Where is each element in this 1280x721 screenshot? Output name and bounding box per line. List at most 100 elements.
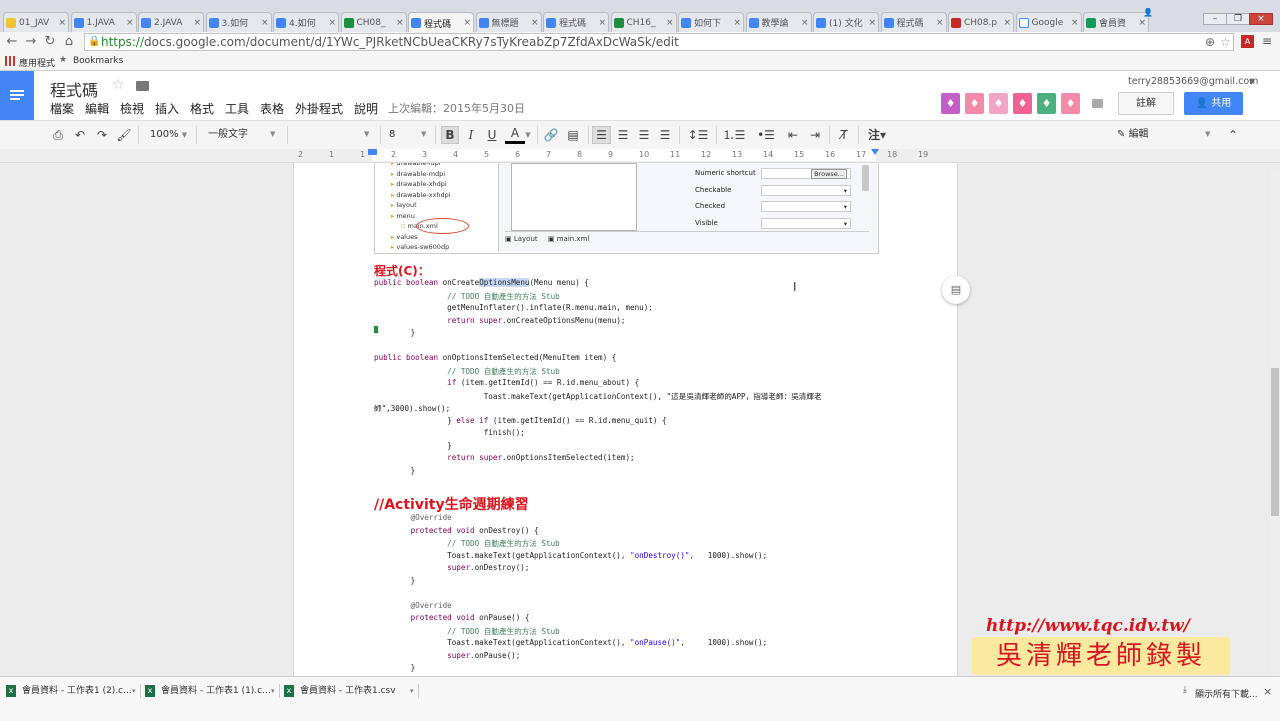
menu-6[interactable]: 表格 xyxy=(260,100,284,117)
font-size-select[interactable]: 8 ▼ xyxy=(389,125,429,144)
italic-button[interactable]: I xyxy=(462,126,480,144)
tab-6[interactable]: 程式碼 × xyxy=(408,12,474,33)
close-icon[interactable]: × xyxy=(936,18,944,28)
close-icon[interactable]: × xyxy=(1003,18,1011,28)
minimize-button[interactable]: – xyxy=(1203,13,1227,25)
input-tools-icon[interactable]: 注▾ xyxy=(864,126,890,144)
menu-7[interactable]: 外掛程式 xyxy=(295,100,343,117)
acrobat-icon[interactable]: A xyxy=(1241,35,1254,48)
maximize-button[interactable]: ❐ xyxy=(1226,13,1250,25)
tab-16[interactable]: 會員資 × xyxy=(1083,12,1149,32)
chrome-menu-icon[interactable]: ≡ xyxy=(1262,34,1272,48)
paint-format-icon[interactable]: 🖌 xyxy=(116,126,132,144)
zoom-icon[interactable]: ⊕ xyxy=(1205,34,1215,50)
edit-mode-select[interactable]: ✎ 編輯 ▼ xyxy=(1117,125,1212,144)
close-icon[interactable]: × xyxy=(1263,685,1272,698)
star-icon[interactable]: ☆ xyxy=(112,77,125,93)
decrease-indent-icon[interactable]: ⇤ xyxy=(784,126,802,144)
tab-main-xml[interactable]: ▣ main.xml xyxy=(548,235,589,243)
home-icon[interactable]: ⌂ xyxy=(61,34,77,50)
extension-icon[interactable]: ♦ xyxy=(941,93,960,114)
numbered-list-icon[interactable]: ⒈☰ xyxy=(721,126,747,144)
zoom-select[interactable]: 100% ▼ xyxy=(150,125,190,144)
add-comment-icon[interactable]: ▤ xyxy=(564,126,582,144)
property-value-field[interactable]: ▾ xyxy=(761,184,851,196)
forward-arrow-icon[interactable]: → xyxy=(23,34,39,50)
tree-item[interactable]: ▸ drawable-mdpi xyxy=(391,170,445,178)
font-select[interactable]: ▼ xyxy=(296,125,376,144)
increase-indent-icon[interactable]: ⇥ xyxy=(806,126,824,144)
extension-icon[interactable]: ♦ xyxy=(1013,93,1032,114)
heading-lifecycle[interactable]: //Activity生命週期練習 xyxy=(374,494,529,514)
tab-10[interactable]: 如何下 × xyxy=(678,12,744,32)
underline-button[interactable]: U xyxy=(483,126,501,144)
extension-icon[interactable]: ♦ xyxy=(1061,93,1080,114)
tab-4[interactable]: 4.如何 × xyxy=(273,12,339,32)
close-icon[interactable]: × xyxy=(396,18,404,28)
reload-icon[interactable]: ↻ xyxy=(42,34,58,50)
close-icon[interactable]: × xyxy=(868,18,876,28)
account-email[interactable]: terry28853669@gmail.com xyxy=(1128,76,1258,87)
address-bar[interactable]: 🔒 https://docs.google.com/document/d/1YWc… xyxy=(84,33,1234,51)
scrollbar-thumb[interactable] xyxy=(1271,368,1279,516)
tree-item[interactable]: ▸ menu xyxy=(391,212,415,220)
menu-3[interactable]: 插入 xyxy=(155,100,179,117)
document-page[interactable]: ▸ drawable-ldpi ▸ drawable-mdpi ▸ drawable… xyxy=(293,163,958,676)
menu-8[interactable]: 說明 xyxy=(354,100,378,117)
align-right-icon[interactable]: ☰ xyxy=(635,126,653,144)
page-scrollbar[interactable] xyxy=(1270,170,1280,675)
tab-1[interactable]: 1.JAVA × xyxy=(70,12,137,32)
download-item[interactable]: x 會員資料 - 工作表1 (2).c... ▾ xyxy=(6,682,141,700)
menu-1[interactable]: 編輯 xyxy=(85,100,109,117)
tab-14[interactable]: CH08.p × xyxy=(948,12,1014,32)
tab-8[interactable]: 程式碼 × xyxy=(543,12,609,32)
show-all-downloads-link[interactable]: 顯示所有下載... xyxy=(1195,687,1258,700)
close-icon[interactable]: × xyxy=(193,18,201,28)
chevron-down-icon[interactable]: ▼ xyxy=(1249,78,1254,86)
tab-layout[interactable]: ▣ Layout xyxy=(505,235,538,243)
clear-format-icon[interactable]: T̸ xyxy=(835,126,853,144)
tree-item[interactable]: ▸ drawable-xxhdpi xyxy=(391,191,451,199)
tab-11[interactable]: 教學論 × xyxy=(745,12,812,32)
download-item[interactable]: x 會員資料 - 工作表1 (1).c... ▾ xyxy=(145,682,280,700)
align-justify-icon[interactable]: ☰ xyxy=(656,126,674,144)
right-indent-marker[interactable] xyxy=(871,149,879,155)
tab-2[interactable]: 2.JAVA × xyxy=(138,12,204,32)
heading-program-c[interactable]: 程式(C)： xyxy=(374,262,430,279)
bookmark-bookmarks[interactable]: Bookmarks xyxy=(73,56,123,66)
download-item[interactable]: x 會員資料 - 工作表1.csv ▾ xyxy=(284,682,419,700)
bold-button[interactable]: B xyxy=(441,126,459,144)
close-icon[interactable]: × xyxy=(328,18,336,28)
text-color-button[interactable]: A xyxy=(505,126,525,144)
chevron-down-icon[interactable]: ▾ xyxy=(271,682,275,700)
tree-item[interactable]: ▸ drawable-xhdpi xyxy=(391,180,447,188)
collapse-icon[interactable]: ⌃ xyxy=(1225,126,1241,144)
folder-icon[interactable] xyxy=(136,81,149,91)
tree-item[interactable]: ▸ values xyxy=(391,233,418,241)
tab-9[interactable]: CH16_ × xyxy=(610,12,677,32)
undo-icon[interactable]: ↶ xyxy=(72,126,88,144)
extension-icon[interactable]: ♦ xyxy=(965,93,984,114)
back-arrow-icon[interactable]: ← xyxy=(4,34,20,50)
close-icon[interactable]: × xyxy=(463,18,471,28)
align-left-icon[interactable]: ☰ xyxy=(592,126,611,144)
indent-marker[interactable] xyxy=(368,149,377,155)
tab-15[interactable]: Google × xyxy=(1015,12,1082,32)
tab-13[interactable]: 程式碼 × xyxy=(880,12,947,32)
props-scrollbar[interactable] xyxy=(862,165,869,191)
close-icon[interactable]: × xyxy=(126,18,134,28)
menu-0[interactable]: 檔案 xyxy=(50,100,74,117)
docs-logo[interactable] xyxy=(0,71,34,120)
document-title[interactable]: 程式碼 xyxy=(50,77,98,101)
close-icon[interactable]: × xyxy=(531,18,539,28)
tree-item[interactable]: ▸ values-sw600dp xyxy=(391,243,449,251)
close-icon[interactable]: × xyxy=(261,18,269,28)
property-value-field[interactable]: ▾ xyxy=(761,217,851,229)
menu-5[interactable]: 工具 xyxy=(225,100,249,117)
close-icon[interactable]: × xyxy=(733,18,741,28)
close-icon[interactable]: × xyxy=(58,18,66,28)
profile-icon[interactable]: 👤 xyxy=(1143,8,1163,18)
line-spacing-icon[interactable]: ↕☰ xyxy=(685,126,711,144)
tab-0[interactable]: 01_JAV × xyxy=(3,12,69,32)
print-icon[interactable]: ⎙ xyxy=(50,126,66,144)
